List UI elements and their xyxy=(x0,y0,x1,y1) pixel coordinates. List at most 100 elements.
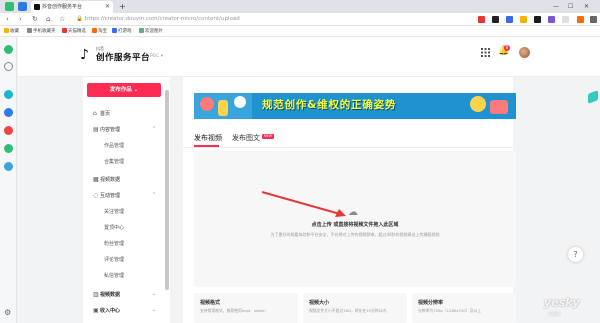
help-button[interactable]: ? xyxy=(568,247,583,262)
sidebar-item-follow[interactable]: 关注管理 xyxy=(104,208,124,216)
card-description: 分辨率为720p（1280x720）及以上 xyxy=(418,308,481,313)
folder-icon xyxy=(27,28,32,33)
chat-icon: ◌ xyxy=(93,192,99,199)
browser-tab-active[interactable]: 抖音创作服务平台 ✕ xyxy=(31,1,113,13)
home-icon: ⌂ xyxy=(93,110,97,117)
card-title: 视频格式 xyxy=(200,300,221,306)
tab-close-icon[interactable]: ✕ xyxy=(105,1,110,13)
card-description: 支持常用格式，推荐使用mp4、webm xyxy=(200,308,266,313)
bookmarks-bar xyxy=(0,26,600,37)
bookmark-star-icon[interactable]: ☆ xyxy=(59,13,65,26)
folder-icon: ▤ xyxy=(93,126,99,133)
rail-mail-icon[interactable] xyxy=(4,144,13,153)
banner-decoration xyxy=(200,97,214,111)
banner-decoration xyxy=(218,100,228,116)
extension-icon[interactable] xyxy=(506,16,513,23)
rail-app-icon[interactable] xyxy=(4,162,13,171)
browser-tab-title: 抖音创作服务平台 xyxy=(42,4,83,10)
game-icon xyxy=(112,28,117,33)
rail-app-icon[interactable] xyxy=(4,108,13,117)
banner-decoration xyxy=(490,100,508,114)
settings-gear-icon[interactable]: ⚙ xyxy=(4,308,11,317)
watermark-subtitle: 天极网 xyxy=(548,311,560,316)
data-icon: ▥ xyxy=(93,291,99,298)
rail-add-icon[interactable] xyxy=(4,62,13,71)
sidebar-item-interaction[interactable]: ◌ 互动管理 xyxy=(93,192,120,200)
sidebar-item-content[interactable]: ▤内容管理 xyxy=(93,126,120,134)
sidebar-item-pinned[interactable]: 置顶中心 xyxy=(104,224,124,232)
forward-icon[interactable]: › xyxy=(19,13,22,26)
cloud-upload-icon[interactable]: ☁ xyxy=(348,207,358,218)
url-field[interactable]: 🔒 https://creator.douyin.com/creator-micr… xyxy=(76,15,436,24)
apps-grid-icon[interactable] xyxy=(481,48,490,57)
wallet-icon: ▣ xyxy=(93,307,99,314)
browser-app-icon[interactable] xyxy=(5,2,14,11)
sidebar-item-fans[interactable]: 粉丝管理 xyxy=(104,240,124,248)
reload-icon[interactable]: ↻ xyxy=(32,13,38,26)
sidebar-item-collections[interactable]: 合集管理 xyxy=(104,158,124,166)
banner-decoration xyxy=(470,96,486,112)
bookmark-item[interactable]: 天猫精选 xyxy=(62,26,86,37)
user-avatar[interactable] xyxy=(519,47,530,58)
sidebar-item-comments[interactable]: 评论管理 xyxy=(104,256,124,264)
extension-icon[interactable] xyxy=(478,16,485,23)
bookmark-item[interactable]: 收藏 xyxy=(4,26,19,37)
douyin-logo-icon[interactable]: ♪ xyxy=(80,47,94,63)
brand-switcher[interactable]: PGC ▾ xyxy=(150,54,163,59)
rail-home-icon[interactable] xyxy=(4,45,13,54)
extension-icon[interactable] xyxy=(534,16,541,23)
rail-app-icon[interactable] xyxy=(4,90,13,99)
extension-icon[interactable] xyxy=(562,16,569,23)
maximize-button[interactable]: ☐ xyxy=(568,0,573,13)
browser-tab-icon[interactable] xyxy=(18,2,27,11)
brand-title[interactable]: 创作服务平台 xyxy=(96,51,150,63)
sidebar-item-video-data[interactable]: ▦视频数据 xyxy=(93,176,120,184)
sidebar-item-home[interactable]: ⌂ 首页 xyxy=(93,110,110,118)
sidebar-item-messages[interactable]: 私信管理 xyxy=(104,272,124,280)
menu-icon[interactable] xyxy=(590,16,597,23)
extension-icon[interactable] xyxy=(520,16,527,23)
chevron-down-icon[interactable]: ⌄ xyxy=(152,291,156,297)
star-icon xyxy=(4,28,9,33)
chevron-up-icon[interactable]: ⌃ xyxy=(152,192,156,198)
upload-title: 点击上传 或直接将视频文件拖入此区域 xyxy=(311,222,399,228)
taobao-icon xyxy=(92,28,97,33)
bookmark-item[interactable]: 淘宝 xyxy=(92,26,107,37)
sidebar-scrollbar[interactable] xyxy=(165,90,169,290)
tmall-icon xyxy=(62,28,67,33)
douyin-tab-icon xyxy=(34,4,40,10)
bookmark-item[interactable]: 手机收藏夹 xyxy=(27,26,56,37)
extension-icon[interactable] xyxy=(492,16,499,23)
sidebar-item-income[interactable]: ▣收入中心 xyxy=(93,307,120,315)
bookmark-item[interactable]: 打游戏 xyxy=(112,26,132,37)
extension-icon[interactable] xyxy=(548,16,555,23)
new-tab-button[interactable]: + xyxy=(119,0,126,13)
url-text: https://creator.douyin.com/creator-micro… xyxy=(84,16,240,22)
chart-icon: ▦ xyxy=(93,176,99,183)
watermark-logo: yesky xyxy=(544,296,580,309)
tab-publish-image[interactable]: 发布图文 xyxy=(232,133,260,143)
home-browser-icon[interactable]: ⌂ xyxy=(46,13,50,26)
bookmark-item[interactable]: 欢迎图片 xyxy=(139,26,163,37)
tab-publish-video[interactable]: 发布视频 xyxy=(194,133,222,143)
sidebar-item-data[interactable]: ▥视频数据 xyxy=(93,291,120,299)
chevron-down-icon[interactable]: ⌄ xyxy=(152,307,156,313)
upload-dropzone[interactable] xyxy=(194,151,516,287)
card-title: 视频大小 xyxy=(309,300,330,306)
tab-divider xyxy=(183,147,513,148)
back-icon[interactable]: ‹ xyxy=(6,13,9,26)
sidebar-item-works[interactable]: 作品管理 xyxy=(104,142,124,150)
card-title: 视频分辨率 xyxy=(418,300,444,306)
close-window-button[interactable]: ✕ xyxy=(584,0,589,13)
publish-work-button[interactable]: 发布作品 ⌄ xyxy=(87,83,161,97)
minimize-button[interactable]: — xyxy=(553,0,559,13)
chevron-up-icon[interactable]: ⌃ xyxy=(152,126,156,132)
browser-side-rail xyxy=(0,37,17,323)
image-icon xyxy=(139,28,144,33)
notification-count-badge: 8 xyxy=(504,45,510,51)
upload-subtitle: 为了更好的观看体验和平台安全，平台将对上传的视频预审。超过40秒的视频建议上传横… xyxy=(270,232,440,237)
rail-weibo-icon[interactable] xyxy=(4,126,13,135)
extension-icon[interactable] xyxy=(577,16,584,23)
lock-icon: 🔒 xyxy=(76,16,83,22)
banner-title: 规范创作&维权的正确姿势 xyxy=(262,99,397,111)
